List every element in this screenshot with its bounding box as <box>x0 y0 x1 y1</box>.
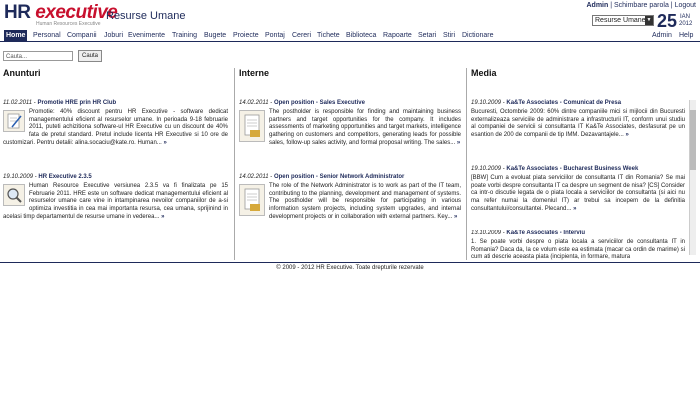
item-text: Promotie: 40% discount pentru HR Executi… <box>3 108 228 146</box>
read-more-link[interactable]: » <box>161 214 164 220</box>
anunturi-title: Anunturi <box>3 68 41 78</box>
nav-companii[interactable]: Companii <box>65 30 99 41</box>
list-item: 13.10.2009 - Ka&Te Associates - Interviu… <box>471 230 685 260</box>
item-date: 14.02.2011 <box>239 174 269 180</box>
read-more-link[interactable]: » <box>164 140 167 146</box>
search-button[interactable]: Cauta <box>78 50 102 62</box>
change-password-link[interactable]: Schimbare parola <box>614 2 669 9</box>
nav-bugete[interactable]: Bugete <box>202 30 228 41</box>
nav-cereri[interactable]: Cereri <box>290 30 313 41</box>
item-text: 1. Se poate vorbi despre o piata locala … <box>471 238 685 260</box>
user-links: Admin | Schimbare parola | Logout <box>586 2 696 9</box>
read-more-link[interactable]: » <box>457 140 460 146</box>
media-scrollbar[interactable] <box>689 100 696 255</box>
item-title-link[interactable]: Open position - Sales Executive <box>274 100 365 106</box>
column-divider <box>466 68 467 260</box>
nav-personal[interactable]: Personal <box>31 30 63 41</box>
item-text: The role of the Network Administrator is… <box>269 182 461 220</box>
item-date: 19.10.2009 <box>471 100 502 106</box>
module-select-value: Resurse Umane <box>595 17 646 24</box>
username: Admin <box>586 2 609 9</box>
magnifier-icon <box>3 183 25 206</box>
column-divider <box>234 68 235 260</box>
item-title-link[interactable]: Ka&Te Associates - Comunicat de Presa <box>506 100 621 106</box>
interne-column: Interne <box>239 68 461 260</box>
date-year: 2012 <box>679 21 693 27</box>
list-item: 19.10.2009 - Ka&Te Associates - Comunica… <box>471 100 685 139</box>
document-edit-icon <box>3 109 25 132</box>
app-title: Resurse Umane <box>106 10 186 22</box>
footer-copyright: © 2009 - 2012 HR Executive. Toate dreptu… <box>276 265 424 271</box>
header: HR executive Human Resources Executive R… <box>0 0 700 30</box>
nav-rapoarte[interactable]: Rapoarte <box>381 30 414 41</box>
date-day: 25 <box>657 11 678 31</box>
nav-setari[interactable]: Setari <box>416 30 438 41</box>
list-item: 19.10.2009 - Ka&Te Associates - Buchares… <box>471 166 685 212</box>
item-title-link[interactable]: Open position - Senior Network Administr… <box>274 174 404 180</box>
item-date: 14.02.2011 <box>239 100 269 106</box>
hr-executive-logo[interactable]: HR executive Human Resources Executive <box>4 2 118 27</box>
nav-proiecte[interactable]: Proiecte <box>231 30 261 41</box>
nav-tichete[interactable]: Tichete <box>315 30 342 41</box>
nav-dictionare[interactable]: Dictionare <box>460 30 496 41</box>
logo-text-hr: HR <box>4 2 36 23</box>
list-item: 14.02.2011 - Open position - Sales Execu… <box>239 100 461 146</box>
item-title-link[interactable]: Ka&Te Associates - Bucharest Business We… <box>506 166 638 172</box>
read-more-link[interactable]: » <box>573 206 576 212</box>
item-title-link[interactable]: Ka&Te Associates - Interviu <box>506 230 585 236</box>
scrollbar-thumb[interactable] <box>690 110 696 170</box>
logout-link[interactable]: Logout <box>675 2 696 9</box>
item-date: 19.10.2009 <box>3 174 34 180</box>
nav-help[interactable]: Help <box>677 30 695 41</box>
read-more-link[interactable]: » <box>454 214 457 220</box>
date-month: IAN <box>680 14 691 20</box>
item-text: Human Resource Executive versiunea 2.3.5… <box>3 182 228 220</box>
chevron-down-icon[interactable]: ▼ <box>645 16 653 25</box>
nav-evenimente[interactable]: Evenimente <box>126 30 167 41</box>
item-date: 11.02.2011 <box>3 100 33 106</box>
nav-stiri[interactable]: Stiri <box>441 30 457 41</box>
anunturi-column: Anunturi <box>3 68 228 260</box>
item-title-link[interactable]: HR Executive 2.3.5 <box>38 174 91 180</box>
main-nav: Home Personal Companii Joburi Evenimente… <box>0 30 700 42</box>
item-text: The postholder is responsible for findin… <box>269 108 461 146</box>
document-icon <box>239 183 265 216</box>
footer-divider <box>0 262 700 263</box>
nav-pontaj[interactable]: Pontaj <box>263 30 287 41</box>
list-item: 14.02.2011 - Open position - Senior Netw… <box>239 174 461 220</box>
nav-home[interactable]: Home <box>4 30 28 41</box>
nav-biblioteca[interactable]: Biblioteca <box>344 30 378 41</box>
read-more-link[interactable]: » <box>625 132 628 138</box>
nav-joburi[interactable]: Joburi <box>102 30 125 41</box>
item-title-link[interactable]: Promotie HRE prin HR Club <box>37 100 116 106</box>
item-date: 13.10.2009 <box>471 230 502 236</box>
item-date: 19.10.2009 <box>471 166 502 172</box>
nav-training[interactable]: Training <box>170 30 199 41</box>
document-icon <box>239 109 265 142</box>
media-title: Media <box>471 68 497 78</box>
list-item: 19.10.2009 - HR Executive 2.3.5 Human Re… <box>3 174 228 220</box>
nav-admin[interactable]: Admin <box>650 30 674 41</box>
module-select[interactable]: Resurse Umane ▼ <box>592 15 654 26</box>
search-input[interactable]: Cauta... <box>3 51 73 61</box>
interne-title: Interne <box>239 68 270 78</box>
item-text: Bucuresti, Octombrie 2009: 60% dintre co… <box>471 108 685 139</box>
list-item: 11.02.2011 - Promotie HRE prin HR Club P… <box>3 100 228 146</box>
item-text: [BBW] Cum a evoluat piata serviciilor de… <box>471 174 685 212</box>
